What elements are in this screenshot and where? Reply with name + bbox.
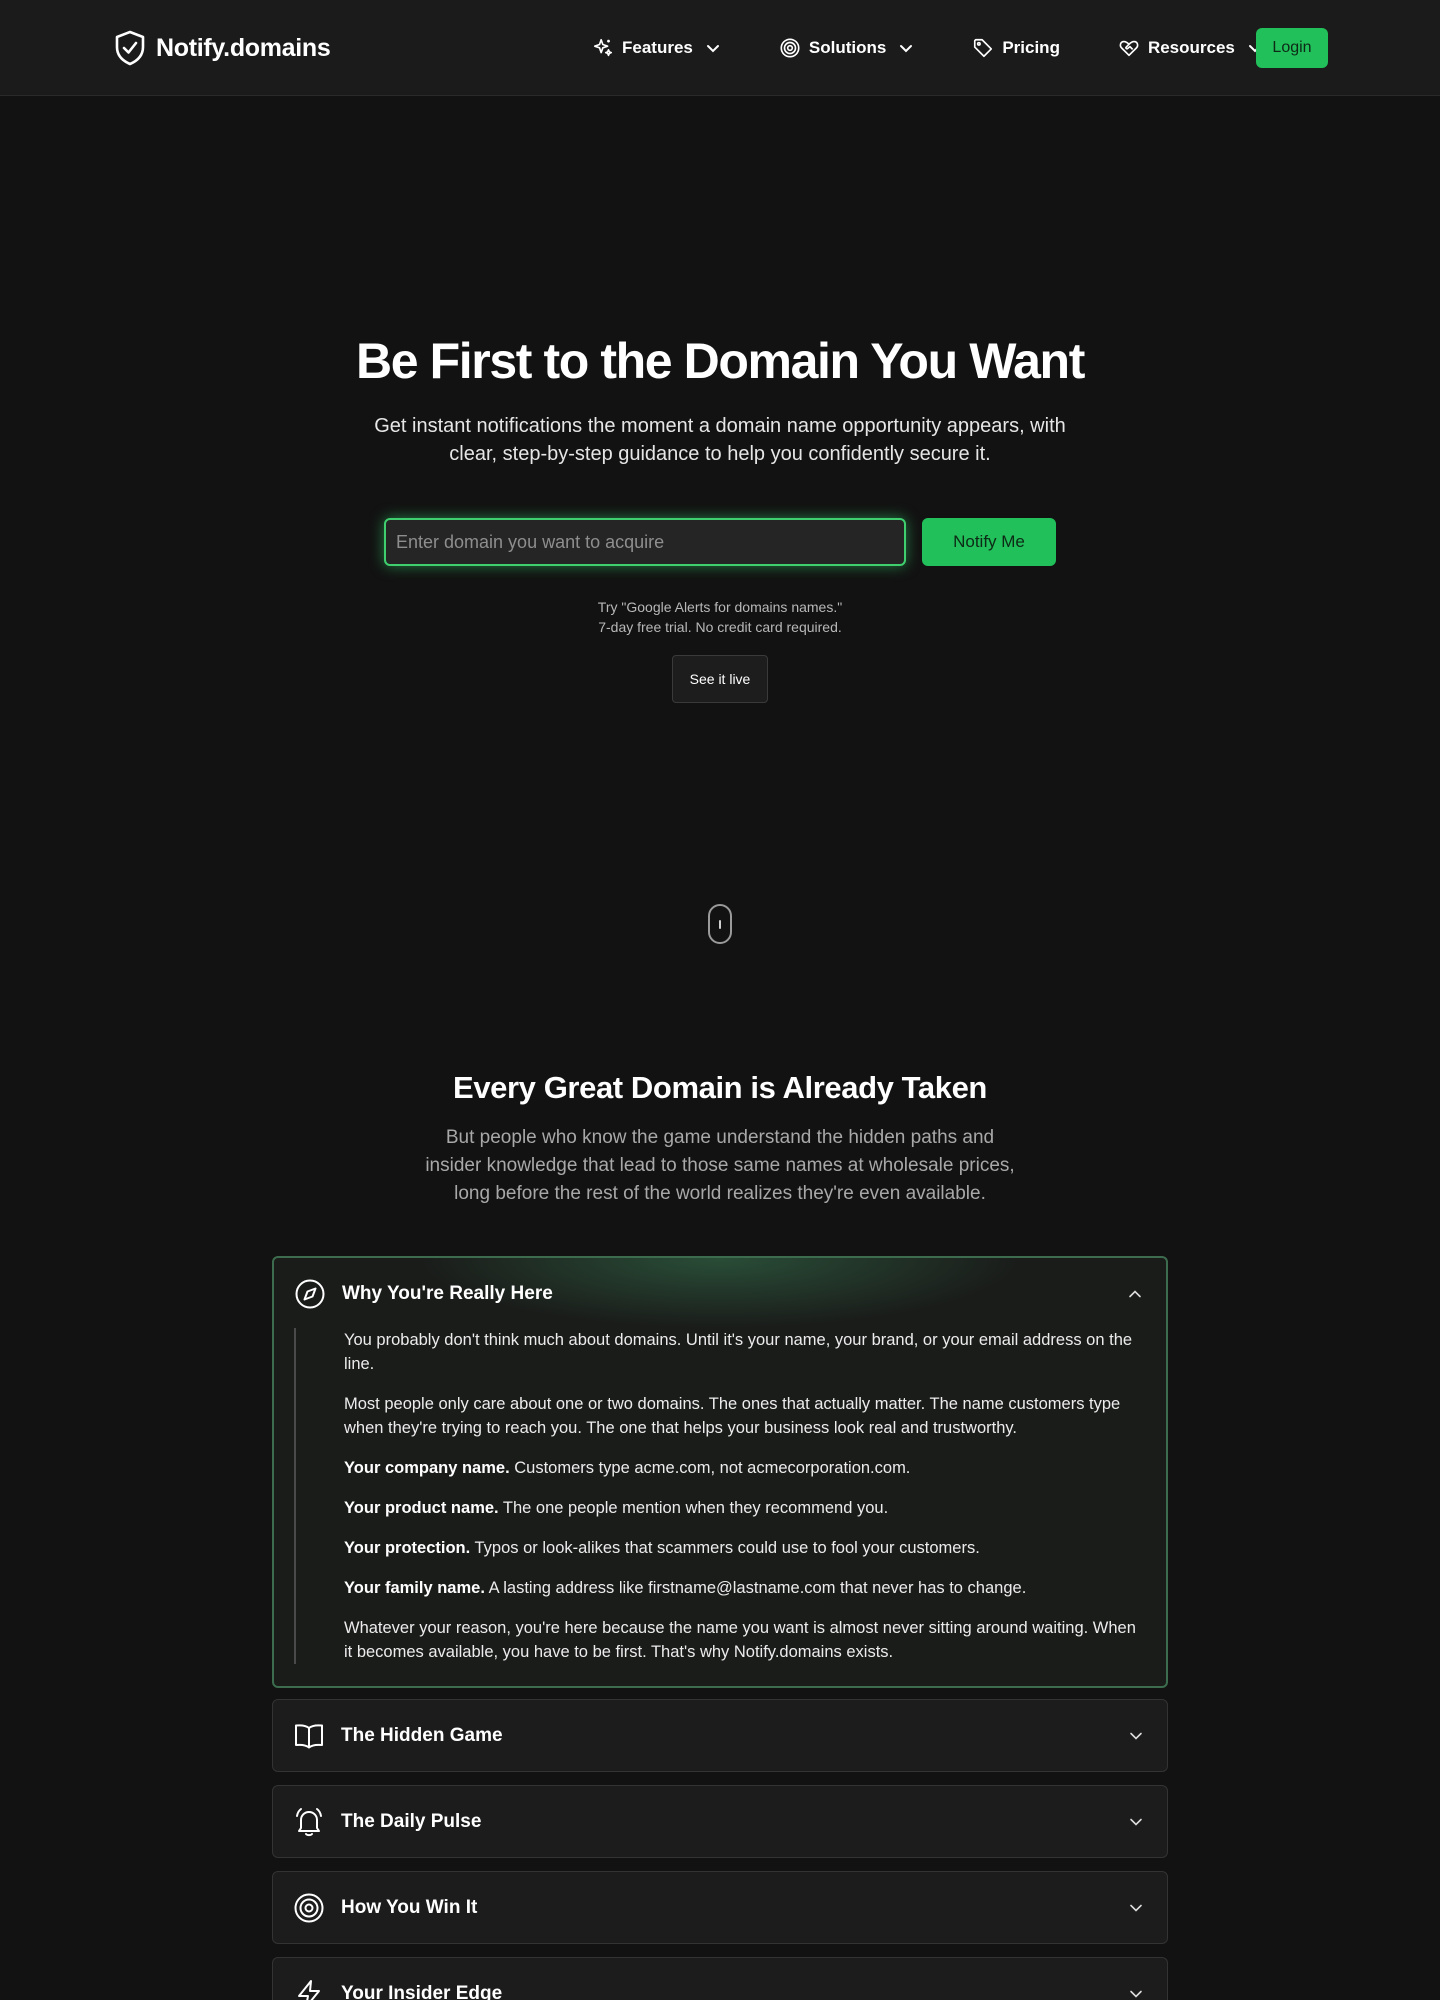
sparkles-icon [593, 38, 613, 57]
nav-label: Solutions [808, 38, 887, 57]
body-paragraph: Your family name. A lasting address like… [344, 1579, 1027, 1597]
brand-logo[interactable]: Notify.domains [114, 30, 331, 66]
accordion-title: How You Win It [341, 1897, 478, 1918]
section-subtitle: But people who know the game understand … [425, 1127, 1015, 1204]
accordion-title: The Daily Pulse [341, 1811, 482, 1832]
chevron-down-icon [1130, 1732, 1142, 1740]
chevron-down-icon [706, 45, 719, 53]
login-button[interactable]: Login [1256, 28, 1328, 68]
target-icon [294, 1893, 324, 1923]
nav-item-solutions[interactable]: Solutions [779, 28, 914, 68]
chevron-down-icon [1130, 1904, 1142, 1912]
notify-me-button[interactable]: Notify Me [922, 518, 1056, 566]
body-paragraph: Most people only care about one or two d… [344, 1395, 1121, 1437]
tag-icon [974, 38, 993, 58]
accordion-item-hidden-game: The Hidden Game [272, 1699, 1168, 1772]
target-icon [780, 38, 800, 58]
scroll-indicator-icon[interactable] [708, 904, 732, 944]
chevron-up-icon [1129, 1290, 1141, 1298]
accordion-header[interactable]: The Hidden Game [273, 1700, 1167, 1772]
accordion-item-how-you-win: How You Win It [272, 1871, 1168, 1944]
nav-item-resources[interactable]: Resources [1118, 28, 1263, 68]
lightning-icon [298, 1980, 320, 2000]
nav-item-pricing[interactable]: Pricing [972, 28, 1060, 68]
accordion-title: Why You're Really Here [342, 1283, 553, 1304]
body-paragraph: Your protection. Typos or look-alikes th… [344, 1539, 980, 1557]
accordion-header[interactable]: Why You're Really Here [274, 1258, 1166, 1330]
accordion-item-why: Why You're Really Here You probably don'… [272, 1256, 1168, 1688]
brand-name: Notify.domains [156, 33, 331, 62]
nav-label: Features [622, 38, 693, 57]
body-paragraph: Whatever your reason, you're here becaus… [344, 1619, 1136, 1661]
body-paragraph: You probably don't think much about doma… [344, 1331, 1133, 1373]
nav-label: Pricing [1002, 38, 1060, 57]
book-open-icon [295, 1724, 323, 1749]
accordion-body: You probably don't think much about doma… [294, 1328, 1146, 1664]
accordion-title: Your Insider Edge [341, 1983, 503, 2000]
chevron-down-icon [1130, 1990, 1142, 1998]
accordion-item-daily-pulse: The Daily Pulse [272, 1785, 1168, 1858]
nav-menu: Features Solutions Pricing Resources [592, 28, 1321, 68]
heart-handshake-icon [1119, 40, 1139, 57]
trial-text: 7-day free trial. No credit card require… [598, 619, 842, 635]
domain-input[interactable] [384, 518, 906, 566]
chevron-down-icon [1130, 1818, 1142, 1826]
section-title: Every Great Domain is Already Taken [453, 1070, 987, 1105]
accordion-header[interactable]: Your Insider Edge [273, 1958, 1167, 2000]
body-paragraph: Your product name. The one people mentio… [344, 1499, 889, 1517]
hint-text: Try "Google Alerts for domains names." [597, 599, 843, 615]
hero-subtitle: Get instant notifications the moment a d… [374, 415, 1066, 465]
accordion-header[interactable]: The Daily Pulse [273, 1786, 1167, 1858]
see-it-live-button[interactable]: See it live [672, 655, 768, 703]
accordion-item-insider-edge: Your Insider Edge [272, 1957, 1168, 2000]
chevron-down-icon [900, 45, 913, 53]
compass-icon [295, 1279, 325, 1309]
body-paragraph: Your company name. Customers type acme.c… [344, 1459, 911, 1477]
accordion-title: The Hidden Game [341, 1725, 503, 1746]
nav-label: Resources [1147, 38, 1235, 57]
hero-title: Be First to the Domain You Want [356, 333, 1085, 389]
top-nav: Notify.domains Features Solutions Pricin… [0, 0, 1440, 96]
shield-check-icon [115, 30, 145, 66]
nav-item-features[interactable]: Features [592, 28, 721, 68]
accordion-header[interactable]: How You Win It [273, 1872, 1167, 1944]
bell-ring-icon [296, 1808, 322, 1837]
